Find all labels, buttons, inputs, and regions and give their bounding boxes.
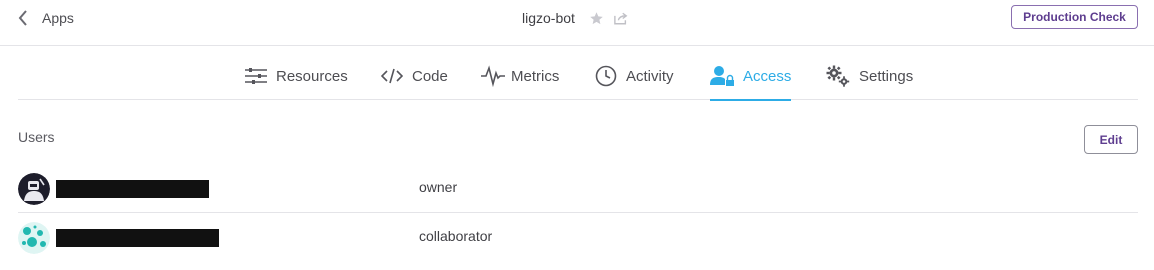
tab-access[interactable]: Access xyxy=(710,52,792,101)
star-icon[interactable] xyxy=(589,11,604,26)
tab-activity[interactable]: Activity xyxy=(595,52,674,100)
gears-icon xyxy=(826,65,850,87)
pulse-icon xyxy=(481,65,505,87)
tab-resources-label: Resources xyxy=(276,67,348,85)
redacted-user-name xyxy=(56,180,209,198)
tab-metrics[interactable]: Metrics xyxy=(481,52,559,100)
edit-users-button[interactable]: Edit xyxy=(1084,125,1138,154)
tab-activity-label: Activity xyxy=(626,67,674,85)
users-section-title: Users xyxy=(18,129,55,145)
user-row: collaborator xyxy=(18,214,1138,262)
tab-code-label: Code xyxy=(412,67,448,85)
sliders-icon xyxy=(245,68,267,84)
app-header: Apps ligzo-bot Production Check xyxy=(0,0,1154,46)
tab-settings-label: Settings xyxy=(859,67,914,85)
app-tabs: Resources Code Metrics Activity Access S… xyxy=(18,52,1138,101)
code-icon xyxy=(381,68,403,84)
tab-metrics-label: Metrics xyxy=(511,67,560,85)
share-icon[interactable] xyxy=(614,12,628,25)
back-label: Apps xyxy=(42,10,74,26)
tab-code[interactable]: Code xyxy=(381,52,448,100)
teal-pattern-avatar xyxy=(18,222,50,254)
user-role: collaborator xyxy=(419,228,493,244)
tab-resources[interactable]: Resources xyxy=(245,52,348,100)
app-title-group: ligzo-bot xyxy=(522,7,628,29)
user-role: owner xyxy=(419,179,458,195)
clock-icon xyxy=(595,65,617,87)
tab-access-label: Access xyxy=(743,67,792,85)
robot-avatar xyxy=(18,173,50,205)
back-to-apps-link[interactable]: Apps xyxy=(18,7,74,29)
redacted-user-name xyxy=(56,229,219,247)
tab-settings[interactable]: Settings xyxy=(826,52,913,100)
chevron-left-icon xyxy=(18,10,27,26)
production-check-button[interactable]: Production Check xyxy=(1011,5,1138,29)
user-row: owner xyxy=(18,165,1138,213)
app-name: ligzo-bot xyxy=(522,10,575,26)
user-lock-icon xyxy=(710,65,734,87)
